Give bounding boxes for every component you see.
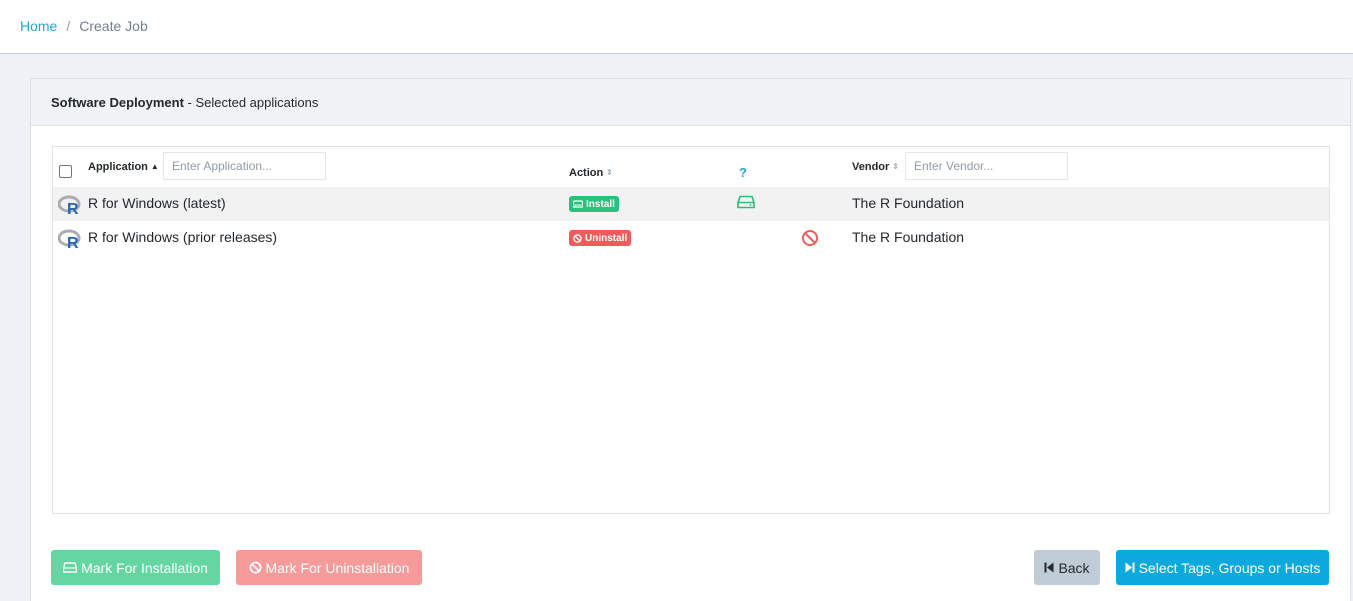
column-application-label: Application bbox=[88, 161, 148, 173]
hard-drive-icon bbox=[737, 195, 755, 209]
vendor-name: The R Foundation bbox=[852, 229, 965, 245]
column-header-vendor[interactable]: Vendor ⇕ bbox=[852, 161, 899, 173]
ban-icon bbox=[802, 230, 818, 246]
step-backward-icon bbox=[1044, 562, 1054, 573]
application-name: R for Windows (prior releases) bbox=[88, 229, 278, 245]
action-label: Install bbox=[586, 198, 615, 210]
select-tags-groups-hosts-label: Select Tags, Groups or Hosts bbox=[1138, 559, 1321, 576]
column-header-application[interactable]: Application ▲ bbox=[88, 161, 159, 173]
hard-drive-icon bbox=[63, 562, 78, 573]
mark-for-uninstallation-button[interactable]: Mark For Uninstallation bbox=[236, 550, 422, 585]
sort-icon: ⇕ bbox=[606, 168, 613, 177]
sort-icon: ⇕ bbox=[892, 162, 899, 171]
action-badge-install[interactable]: Install bbox=[569, 196, 619, 212]
ban-icon bbox=[249, 561, 261, 574]
select-tags-groups-hosts-button[interactable]: Select Tags, Groups or Hosts bbox=[1116, 550, 1329, 585]
vendor-filter-input[interactable] bbox=[905, 152, 1068, 180]
help-icon[interactable]: ? bbox=[739, 165, 747, 180]
application-name: R for Windows (latest) bbox=[88, 195, 226, 211]
hard-drive-icon bbox=[573, 200, 583, 208]
card-title: Software Deployment - Selected applicati… bbox=[51, 95, 318, 110]
step-forward-icon bbox=[1125, 562, 1135, 573]
card-title-bold: Software Deployment bbox=[51, 95, 184, 110]
mark-for-installation-button[interactable]: Mark For Installation bbox=[51, 550, 220, 585]
card-header: Software Deployment - Selected applicati… bbox=[31, 79, 1350, 126]
breadcrumb-separator: / bbox=[66, 18, 71, 34]
back-label: Back bbox=[1058, 559, 1090, 576]
applications-table: Application ▲ Action ⇕ ? Vendor ⇕ R R fo… bbox=[52, 146, 1330, 514]
vendor-name: The R Foundation bbox=[852, 195, 965, 211]
column-vendor-label: Vendor bbox=[852, 161, 890, 173]
action-label: Uninstall bbox=[585, 232, 628, 244]
select-all-checkbox[interactable] bbox=[59, 165, 72, 178]
svg-text:R: R bbox=[67, 201, 79, 215]
back-button[interactable]: Back bbox=[1034, 550, 1100, 585]
card-title-rest: - Selected applications bbox=[183, 95, 319, 110]
mark-for-uninstallation-label: Mark For Uninstallation bbox=[265, 559, 410, 576]
column-header-action[interactable]: Action ⇕ bbox=[569, 167, 613, 179]
software-deployment-card: Software Deployment - Selected applicati… bbox=[30, 78, 1351, 601]
mark-for-installation-label: Mark For Installation bbox=[81, 559, 208, 576]
top-bar: Home / Create Job bbox=[0, 0, 1353, 54]
svg-text:R: R bbox=[67, 235, 79, 249]
breadcrumb-current: Create Job bbox=[79, 18, 148, 34]
sort-asc-icon: ▲ bbox=[150, 162, 159, 171]
action-badge-uninstall[interactable]: Uninstall bbox=[569, 230, 632, 246]
breadcrumb: Home / Create Job bbox=[20, 18, 148, 34]
r-logo-icon: R bbox=[58, 229, 81, 249]
table-row[interactable]: R R for Windows (latest) Install The R F… bbox=[53, 187, 1329, 221]
application-filter-input[interactable] bbox=[163, 152, 326, 180]
column-action-label: Action bbox=[569, 167, 604, 179]
ban-icon bbox=[573, 233, 582, 243]
breadcrumb-home-link[interactable]: Home bbox=[20, 18, 57, 34]
r-logo-icon: R bbox=[58, 195, 81, 215]
table-row[interactable]: R R for Windows (prior releases) Uninsta… bbox=[53, 221, 1329, 255]
